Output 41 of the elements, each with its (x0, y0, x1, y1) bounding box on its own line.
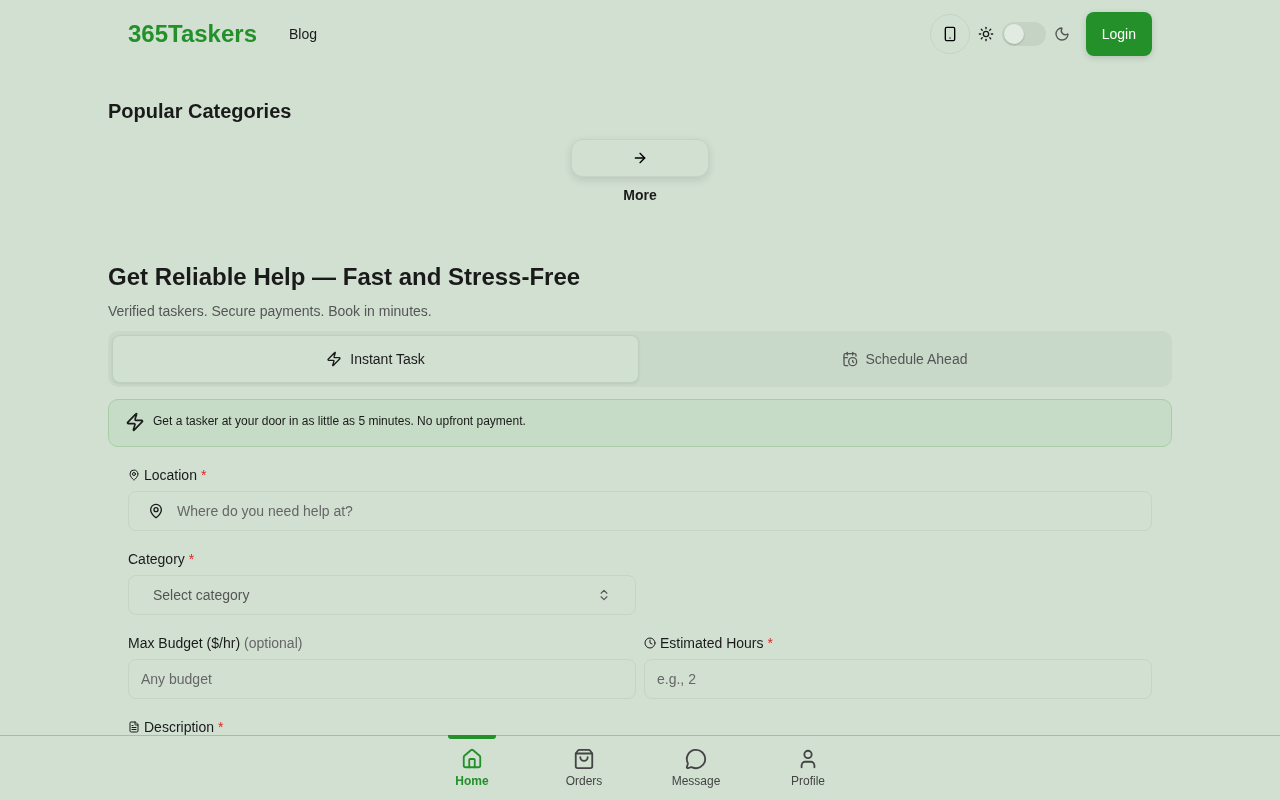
required-mark: * (200, 467, 207, 483)
calendar-clock-icon (841, 351, 858, 367)
sun-icon (977, 26, 994, 42)
nav-tab[interactable]: Profile (752, 736, 864, 800)
nav-tab[interactable]: Message (640, 736, 752, 800)
lightning-icon (326, 351, 343, 367)
chat-bubble-icon (685, 748, 707, 770)
document-icon (128, 721, 140, 733)
theme-toggle[interactable] (1001, 22, 1046, 46)
more-label: More (623, 187, 657, 203)
location-field[interactable]: Where do you need help at? (128, 491, 1152, 531)
field-label: Category (128, 551, 185, 567)
category-select[interactable]: Select category (128, 575, 636, 615)
hours-field[interactable]: e.g., 2 (644, 659, 1152, 699)
login-button[interactable]: Login (1085, 12, 1152, 56)
section-title: Popular Categories (108, 100, 293, 123)
home-icon (461, 748, 483, 770)
required-mark: * (767, 635, 773, 651)
field-label: Description (144, 719, 215, 735)
budget-field[interactable]: Any budget (128, 659, 636, 699)
moon-icon (1053, 26, 1070, 42)
hero-subtitle: Verified taskers. Secure payments. Book in minutes. (108, 303, 433, 319)
required-mark: * (188, 551, 195, 567)
field-label: Location (144, 467, 197, 483)
tab[interactable]: Schedule Ahead (641, 335, 1168, 383)
info-text: Get a tasker at your door in as little as 5 minutes. No upfront payment. (153, 414, 526, 428)
nav-tab[interactable]: Orders (528, 736, 640, 800)
shopping-bag-icon (573, 748, 595, 770)
location-pin-icon (128, 469, 140, 481)
hero-title: Get Reliable Help — Fast and Stress-Free (108, 263, 582, 291)
nav-link[interactable]: Blog (289, 26, 318, 42)
more-button[interactable] (571, 139, 709, 177)
field-label: Max Budget ($/hr) (128, 635, 241, 651)
location-pin-icon (148, 503, 164, 519)
tab[interactable]: Instant Task (112, 335, 639, 383)
active-indicator (448, 735, 496, 739)
field-label: Estimated Hours (660, 635, 764, 651)
required-mark: * (218, 719, 224, 735)
clock-icon (644, 637, 656, 649)
optional-hint: (optional) (244, 635, 303, 651)
lightning-icon (125, 412, 145, 432)
